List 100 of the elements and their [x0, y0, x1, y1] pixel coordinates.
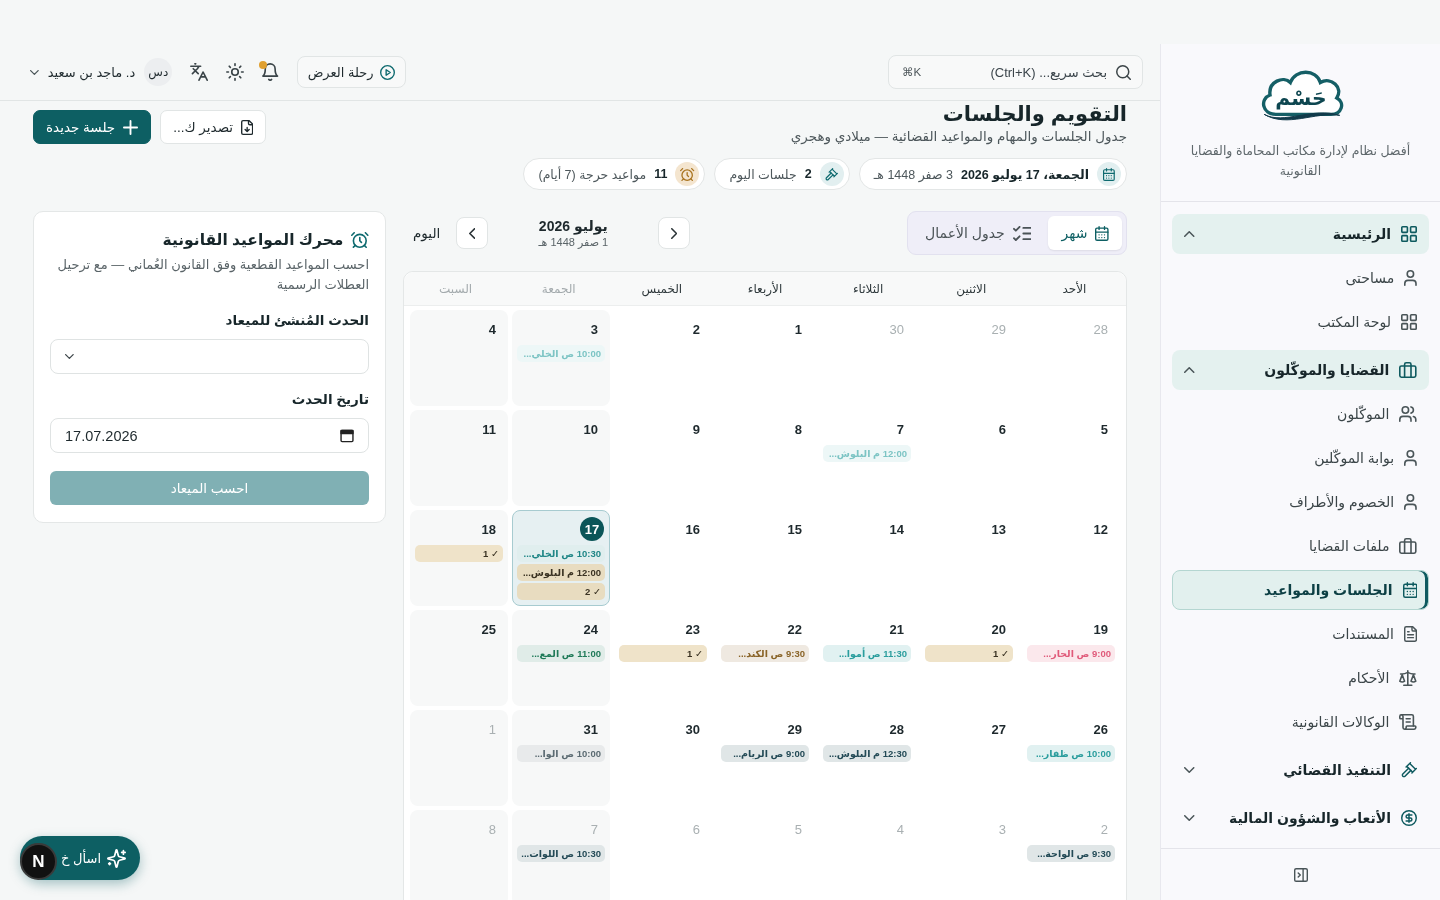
- nav-item[interactable]: لوحة المكتب: [1172, 302, 1429, 342]
- nav-item[interactable]: ملفات القضايا: [1172, 526, 1429, 566]
- event-chip[interactable]: 12:30 م البلوش...: [823, 745, 911, 762]
- day-number: 22: [786, 621, 803, 637]
- day-number: 16: [684, 521, 701, 537]
- day-cell[interactable]: 5: [1022, 410, 1120, 506]
- date-field[interactable]: 17.07.2026: [50, 418, 369, 453]
- nav-item[interactable]: الموكّلون: [1172, 394, 1429, 434]
- chevron-up-icon: [1184, 231, 1195, 237]
- select-field[interactable]: [50, 339, 369, 374]
- tour-button[interactable]: رحلة العرض: [296, 56, 406, 88]
- weekday-label: السبت: [439, 281, 473, 296]
- calendar-icon: [1402, 582, 1417, 598]
- day-cell[interactable]: 12: [1022, 510, 1120, 606]
- event-chip[interactable]: 9:30 ص الواحة...: [1027, 845, 1115, 862]
- event-chip[interactable]: 12:00 م البلوش...: [517, 564, 605, 581]
- day-cell[interactable]: 9: [614, 410, 712, 506]
- day-cell[interactable]: 20 ✓ 1: [920, 610, 1018, 706]
- play-circle-icon: [379, 64, 395, 80]
- nav-group-item[interactable]: القضايا والموكّلون: [1172, 350, 1429, 390]
- next-month-button[interactable]: [658, 217, 691, 249]
- day-number: 7: [895, 421, 905, 437]
- gavel-icon: [1401, 762, 1417, 778]
- weekday-label: الأربعاء: [747, 281, 783, 296]
- day-cell[interactable]: 4: [410, 310, 508, 406]
- day-number: 18: [480, 521, 497, 537]
- event-chip[interactable]: ✓ 1: [619, 645, 707, 662]
- weekday-label: الخميس: [641, 281, 683, 296]
- day-number: 29: [990, 321, 1007, 337]
- day-cell[interactable]: 8: [716, 410, 814, 506]
- nav-item[interactable]: مساحتى: [1172, 258, 1429, 298]
- day-cell[interactable]: 30: [614, 710, 712, 806]
- plus-icon: [123, 119, 139, 135]
- day-number: 21: [888, 621, 905, 637]
- day-cell[interactable]: 23 ✓ 1: [614, 610, 712, 706]
- day-cell[interactable]: 11: [410, 410, 508, 506]
- view-tab[interactable]: شهر: [1048, 216, 1122, 250]
- day-number: 10: [582, 421, 599, 437]
- day-number: 13: [990, 521, 1007, 537]
- person-icon: [1404, 494, 1417, 510]
- calendar-icon[interactable]: [340, 428, 354, 443]
- day-cell[interactable]: 25: [410, 610, 508, 706]
- day-number: 20: [990, 621, 1007, 637]
- nav-item[interactable]: المستندات: [1172, 614, 1429, 654]
- day-number: 6: [691, 821, 701, 837]
- event-chip[interactable]: 10:00 ص الوا...: [517, 745, 605, 762]
- event-chip[interactable]: ✓ 1: [925, 645, 1013, 662]
- today-button[interactable]: اليوم: [407, 221, 447, 245]
- event-chip[interactable]: 11:00 ص المع...: [517, 645, 605, 662]
- nav-item[interactable]: الجلسات والمواعيد: [1172, 570, 1429, 610]
- day-cell[interactable]: 27: [920, 710, 1018, 806]
- day-cell[interactable]: 14: [818, 510, 916, 606]
- event-chip[interactable]: 10:30 ص اللوات...: [517, 845, 605, 862]
- day-number: 15: [786, 521, 803, 537]
- bell-icon[interactable]: [262, 63, 279, 81]
- sidebar-toggle-icon[interactable]: [1293, 867, 1308, 882]
- day-cell[interactable]: 1: [716, 310, 814, 406]
- nav-item[interactable]: بوابة الموكّلين: [1172, 438, 1429, 478]
- stat-label: مواعيد حرجة (7 أيام): [538, 166, 647, 182]
- search-icon: [1116, 64, 1131, 80]
- nav-item[interactable]: الوكالات القانونية: [1172, 702, 1429, 742]
- day-cell[interactable]: 6: [920, 410, 1018, 506]
- event-chip[interactable]: ✓ 2: [517, 583, 605, 600]
- day-cell[interactable]: 10: [512, 410, 610, 506]
- stat-value: 2: [804, 167, 812, 181]
- day-number: 29: [786, 721, 803, 737]
- day-number: 11: [481, 421, 497, 437]
- nav-group-item[interactable]: الأتعاب والشؤون المالية: [1172, 798, 1429, 838]
- chevron-down-icon[interactable]: [30, 69, 39, 75]
- view-tab[interactable]: جدول الأعمال: [912, 216, 1045, 250]
- new-session-button[interactable]: جلسة جديدة: [33, 110, 152, 144]
- user-avatar[interactable]: دس: [144, 58, 173, 86]
- page-title: التقويم والجلسات: [942, 101, 1127, 127]
- day-number: 26: [1092, 721, 1109, 737]
- weekday-label: الجمعة: [541, 281, 576, 296]
- export-button[interactable]: تصدير ك...: [160, 110, 267, 144]
- chevron-right-icon: [671, 227, 678, 239]
- day-number: 1: [487, 721, 497, 737]
- nav-item[interactable]: الأحكام: [1172, 658, 1429, 698]
- event-chip[interactable]: 9:00 ص الريام...: [721, 745, 809, 762]
- page-subtitle: جدول الجلسات والمهام والمواعيد القضائية — ميلادي وهجري: [790, 128, 1127, 147]
- nav-item[interactable]: الخصوم والأطراف: [1172, 482, 1429, 522]
- event-chip[interactable]: ✓ 1: [415, 545, 503, 562]
- day-cell[interactable]: 15: [716, 510, 814, 606]
- event-chip[interactable]: 9:30 ص الكند...: [721, 645, 809, 662]
- chevron-down-icon: [65, 354, 74, 359]
- event-chip[interactable]: 10:30 ص الخلي...: [517, 545, 605, 562]
- nav-group-item[interactable]: التنفيذ القضائي: [1172, 750, 1429, 790]
- day-cell[interactable]: 16: [614, 510, 712, 606]
- person-icon: [1404, 270, 1417, 286]
- sun-icon[interactable]: [226, 63, 245, 81]
- day-cell[interactable]: 18 ✓ 1: [410, 510, 508, 606]
- nav-group-item[interactable]: الرئيسية: [1172, 214, 1429, 254]
- user-name[interactable]: د. ماجد بن سعيد: [47, 64, 136, 80]
- translate-icon[interactable]: [190, 63, 209, 81]
- grid-icon: [1401, 314, 1417, 330]
- day-cell[interactable]: 2: [614, 310, 712, 406]
- day-number: 2: [1099, 821, 1109, 837]
- day-cell[interactable]: 13: [920, 510, 1018, 606]
- shortcut-hint: ⌘K: [902, 65, 922, 80]
